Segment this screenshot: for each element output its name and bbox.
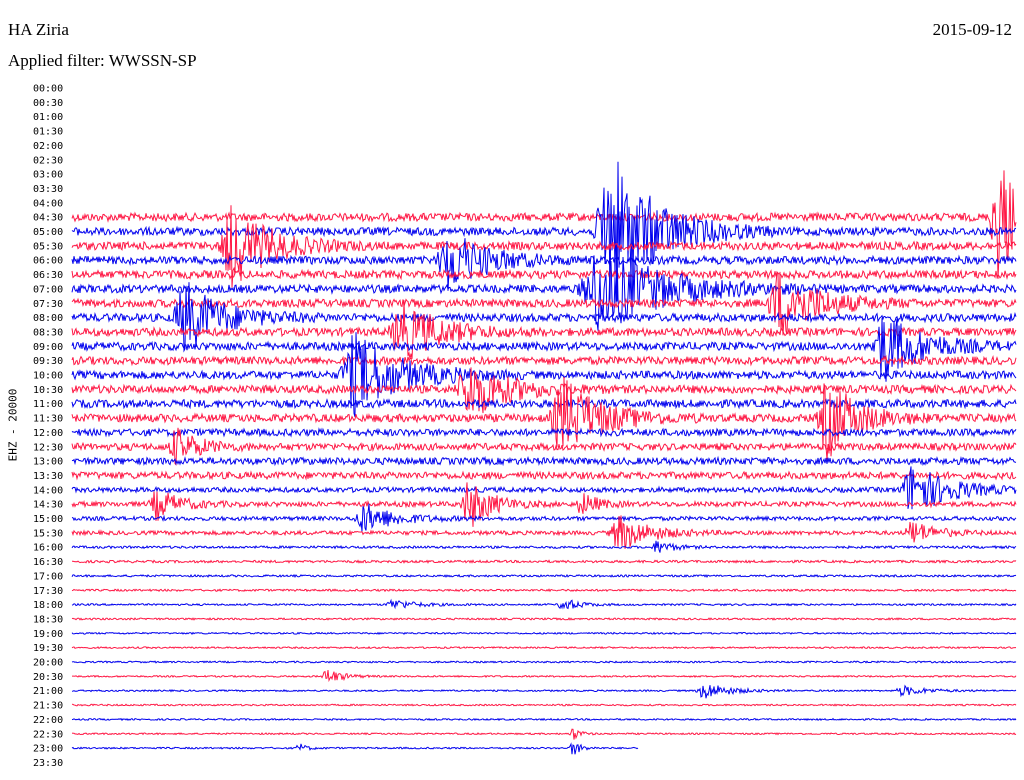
time-tick-label: 11:00	[33, 399, 63, 410]
time-tick-label: 09:00	[33, 342, 63, 353]
time-tick-label: 20:00	[33, 658, 63, 669]
time-tick-label: 01:30	[33, 127, 63, 138]
time-tick-label: 19:00	[33, 629, 63, 640]
trace-line	[71, 540, 1017, 553]
trace-line	[71, 684, 1017, 699]
time-tick-label: 21:30	[33, 701, 63, 712]
time-tick-label: 09:30	[33, 356, 63, 367]
time-tick-label: 14:00	[33, 485, 63, 496]
time-tick-label: 00:00	[33, 84, 63, 95]
time-tick-label: 08:30	[33, 327, 63, 338]
time-tick-label: 14:30	[33, 500, 63, 511]
time-tick-label: 16:30	[33, 557, 63, 568]
time-tick-label: 12:30	[33, 442, 63, 453]
time-tick-label: 19:30	[33, 643, 63, 654]
trace-line	[71, 742, 639, 755]
time-tick-label: 11:30	[33, 414, 63, 425]
trace-line	[71, 728, 1017, 740]
time-tick-label: 05:30	[33, 241, 63, 252]
seismic-traces	[71, 161, 1017, 755]
trace-line	[72, 670, 1017, 683]
time-tick-label: 15:00	[33, 514, 63, 525]
trace-line	[71, 660, 1017, 664]
time-tick-label: 13:30	[33, 471, 63, 482]
time-tick-label: 06:00	[33, 256, 63, 267]
time-tick-label: 22:00	[33, 715, 63, 726]
trace-line	[71, 717, 1017, 722]
time-tick-label: 13:00	[33, 457, 63, 468]
time-tick-label: 18:30	[33, 614, 63, 625]
trace-line	[71, 455, 1017, 467]
trace-line	[71, 645, 1017, 650]
trace-line	[71, 398, 1017, 410]
time-tick-label: 23:00	[33, 744, 63, 755]
time-tick-label: 17:00	[33, 571, 63, 582]
time-tick-label: 02:30	[33, 155, 63, 166]
time-tick-label: 07:00	[33, 284, 63, 295]
time-tick-label: 03:30	[33, 184, 63, 195]
time-tick-label: 04:30	[33, 213, 63, 224]
time-tick-label: 08:00	[33, 313, 63, 324]
time-tick-label: 07:30	[33, 299, 63, 310]
trace-line	[71, 515, 1017, 549]
time-tick-label: 01:00	[33, 112, 63, 123]
trace-line	[71, 470, 1017, 481]
trace-line	[71, 573, 1017, 578]
trace-line	[71, 271, 1017, 336]
time-tick-label: 03:00	[33, 170, 63, 181]
time-tick-label: 23:30	[33, 758, 63, 769]
time-tick-label: 00:30	[33, 98, 63, 109]
time-tick-label: 17:30	[33, 586, 63, 597]
trace-line	[72, 559, 1017, 564]
trace-line	[71, 617, 1017, 621]
trace-line	[71, 588, 1017, 593]
time-tick-label: 10:00	[33, 371, 63, 382]
time-axis-ticks: 00:00 00:30 01:00 01:30 02:00 02:30 03:00 03:30…	[33, 84, 63, 769]
trace-line	[71, 703, 1017, 707]
time-tick-label: 02:00	[33, 141, 63, 152]
time-tick-label: 06:30	[33, 270, 63, 281]
time-tick-label: 21:00	[33, 686, 63, 697]
time-tick-label: 10:30	[33, 385, 63, 396]
trace-line	[71, 427, 1017, 438]
time-tick-label: 20:30	[33, 672, 63, 683]
time-tick-label: 04:00	[33, 198, 63, 209]
helicorder-plot: 00:00 00:30 01:00 01:30 02:00 02:30 03:00 03:30…	[33, 84, 1017, 769]
trace-line	[71, 268, 1017, 281]
time-tick-label: 16:00	[33, 543, 63, 554]
time-tick-label: 05:00	[33, 227, 63, 238]
trace-line	[71, 631, 1017, 635]
trace-line	[71, 354, 1017, 367]
time-tick-label: 15:30	[33, 528, 63, 539]
trace-line	[71, 598, 1017, 610]
time-tick-label: 12:00	[33, 428, 63, 439]
time-tick-label: 18:00	[33, 600, 63, 611]
time-tick-label: 22:30	[33, 729, 63, 740]
trace-line	[71, 161, 1017, 302]
